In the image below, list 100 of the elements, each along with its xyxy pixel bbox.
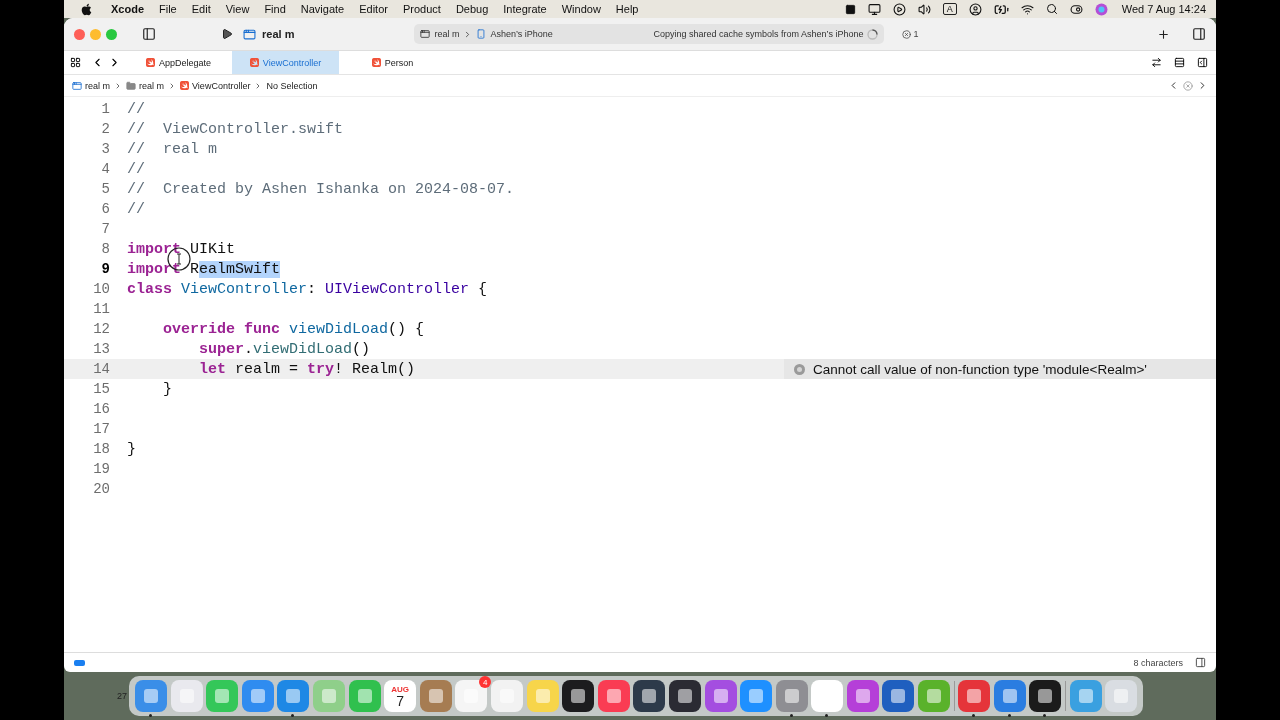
code-line: import UIKit — [127, 240, 236, 258]
selection-count: 8 characters — [1133, 657, 1183, 668]
line-number: 5 — [100, 181, 110, 197]
project-icon — [72, 80, 82, 91]
close-button[interactable] — [74, 28, 85, 40]
calendar-day: 7 — [396, 693, 405, 708]
grid-icon[interactable] — [70, 57, 81, 68]
widget-text: 27 — [117, 691, 128, 701]
code-line: // — [127, 160, 145, 178]
app-icon[interactable]: AUG 7 — [384, 680, 417, 712]
code-line: override func viewDidLoad() { — [162, 320, 425, 338]
breadcrumb[interactable]: real m — [126, 80, 165, 91]
line-number: 3 — [100, 141, 110, 157]
menu-item[interactable]: Xcode — [111, 3, 144, 15]
error-number: 1 — [913, 29, 919, 39]
menu-item[interactable]: Find — [264, 3, 286, 15]
line-number: 10 — [92, 281, 110, 297]
siri-icon[interactable] — [1094, 2, 1108, 16]
debug-area-icon[interactable] — [1195, 657, 1206, 668]
code-line: super.viewDidLoad() — [198, 340, 371, 358]
line-number: 2 — [100, 121, 110, 137]
swift-icon — [180, 81, 190, 90]
device-name[interactable]: Ashen’s iPhone — [490, 29, 553, 39]
file-tab[interactable]: ViewController — [232, 51, 339, 74]
code-line: // — [127, 100, 145, 118]
folder-icon — [126, 80, 136, 91]
add-icon[interactable] — [1157, 27, 1170, 41]
line-number: 18 — [92, 441, 110, 457]
code-line: let realm = try! Realm() — [198, 360, 416, 378]
code-line: // Created by Ashen Ishanka on 2024-08-07. — [127, 180, 515, 198]
target-icon — [420, 29, 431, 39]
line-number: 7 — [100, 221, 110, 237]
line-number: 8 — [100, 241, 110, 257]
app-icon[interactable] — [633, 680, 666, 712]
line-number: 19 — [92, 461, 110, 477]
code-line: import RealmSwift — [127, 260, 281, 278]
app-icon[interactable] — [562, 680, 595, 712]
breadcrumb[interactable]: No Selection — [266, 80, 318, 91]
line-number: 16 — [92, 401, 110, 417]
swift-icon — [371, 58, 381, 67]
swift-icon — [249, 58, 259, 67]
chevron-icon — [114, 81, 122, 90]
menu-item[interactable]: Window — [561, 3, 601, 15]
app-icon — [243, 27, 256, 41]
error-icon — [902, 29, 912, 39]
menu-item[interactable]: Product — [402, 3, 441, 15]
status-indicator — [74, 659, 85, 666]
menu-item[interactable]: File — [159, 3, 177, 15]
code-line: // — [127, 200, 145, 218]
activity-text: Copying shared cache symbols from Ashen’s iPhone — [653, 29, 864, 39]
notification-badge: 4 — [479, 676, 492, 688]
menu-item[interactable]: Debug — [455, 3, 489, 15]
control-center-icon[interactable] — [1069, 2, 1083, 16]
breadcrumb[interactable]: real m — [72, 80, 110, 91]
code-line: // real m — [127, 140, 217, 158]
line-number: 20 — [92, 481, 110, 497]
volume-icon[interactable] — [917, 2, 931, 16]
phone-icon — [476, 29, 487, 39]
sidebar-icon[interactable] — [142, 27, 156, 41]
line-number: 12 — [92, 321, 110, 337]
inspector-icon[interactable] — [1192, 27, 1206, 41]
wifi-icon[interactable] — [1020, 2, 1034, 16]
breadcrumb[interactable]: ViewController — [180, 80, 251, 91]
input-source[interactable]: A — [942, 3, 957, 15]
error-icon — [794, 363, 805, 375]
app-icon[interactable] — [668, 680, 701, 712]
line-number: 15 — [92, 381, 110, 397]
line-number: 11 — [92, 301, 110, 317]
swap-icon[interactable] — [1151, 57, 1162, 68]
stop-icon[interactable] — [844, 3, 856, 15]
code-line: class ViewController: UIViewController { — [127, 280, 488, 298]
issue-icon[interactable] — [1183, 80, 1193, 91]
menu-item[interactable]: View — [225, 3, 250, 15]
file-tab[interactable]: AppDelegate — [125, 51, 232, 74]
user-icon[interactable] — [968, 2, 982, 16]
menu-item[interactable]: Help — [615, 3, 639, 15]
clock: Wed 7 Aug 14:24 — [1121, 3, 1206, 15]
minimap-icon[interactable] — [1174, 57, 1185, 68]
line-number: 9 — [100, 261, 110, 277]
display-icon[interactable] — [867, 2, 881, 16]
scheme-target[interactable]: real m — [434, 29, 460, 39]
line-number: 14 — [92, 361, 110, 377]
line-number: 6 — [100, 201, 110, 217]
menu-item[interactable]: Navigate — [300, 3, 345, 15]
apple-icon[interactable] — [80, 2, 93, 16]
code-line: } — [162, 380, 172, 398]
zoom-button[interactable] — [106, 28, 117, 40]
spinner-icon — [867, 28, 879, 40]
menu-item[interactable]: Edit — [191, 3, 211, 15]
menu-item[interactable]: Integrate — [503, 3, 547, 15]
file-tab[interactable]: Person — [339, 51, 446, 74]
project-title: real m — [262, 28, 295, 40]
error-count[interactable]: 1 — [902, 29, 919, 39]
play-icon[interactable] — [892, 2, 906, 16]
search-icon[interactable] — [1045, 3, 1058, 15]
run-icon[interactable] — [221, 28, 233, 40]
menu-item[interactable]: Editor — [359, 3, 388, 15]
error-message: Cannot call value of non-function type 'module<Realm>' — [813, 361, 1147, 377]
canvas-icon[interactable] — [1197, 57, 1208, 68]
code-line: } — [127, 440, 136, 458]
